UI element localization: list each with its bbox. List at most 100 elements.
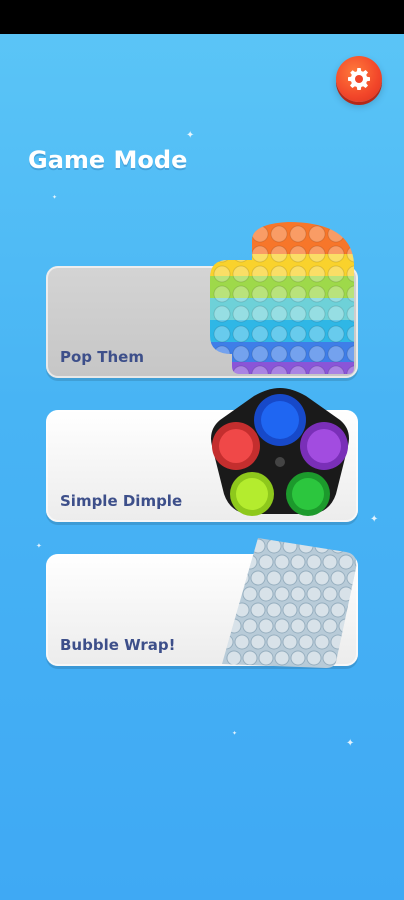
pop-bubble	[232, 265, 250, 283]
wrap-bubble	[322, 618, 338, 634]
pop-bubble	[346, 245, 354, 263]
pop-bubble	[289, 345, 307, 363]
wrap-bubble	[314, 602, 330, 618]
sparkle: ✦	[346, 738, 355, 749]
wrap-bubble	[298, 634, 314, 650]
wrap-bubble	[298, 602, 314, 618]
wrap-bubble	[258, 554, 274, 570]
pop-bubble	[251, 345, 269, 363]
wrap-bubble	[250, 602, 266, 618]
pop-bubble	[327, 345, 345, 363]
wrap-bubble	[330, 538, 346, 554]
wrap-bubble	[346, 570, 357, 586]
sparkle: ✦	[370, 514, 379, 525]
gear-icon	[348, 68, 370, 90]
wrap-bubble	[222, 570, 234, 586]
mode-label: Bubble Wrap!	[60, 636, 176, 654]
pop-bubble	[251, 365, 269, 374]
pop-bubble	[213, 305, 231, 323]
pop-bubble	[213, 365, 231, 374]
pop-bubble	[251, 225, 269, 243]
wrap-bubble	[234, 538, 250, 554]
pop-bubble	[327, 285, 345, 303]
pop-bubble	[213, 325, 231, 343]
pop-bubble	[213, 245, 231, 263]
wrap-bubble	[226, 554, 242, 570]
wrap-bubble	[322, 650, 338, 666]
pop-bubble	[232, 345, 250, 363]
settings-button[interactable]	[336, 56, 382, 102]
wrap-bubble	[290, 650, 306, 666]
wrap-bubble	[222, 538, 234, 554]
wrap-bubble	[282, 634, 298, 650]
pop-bubble	[308, 365, 326, 374]
pop-bubble	[289, 325, 307, 343]
wrap-bubble	[290, 586, 306, 602]
pop-bubble	[213, 285, 231, 303]
wrap-bubble	[250, 634, 266, 650]
pop-bubble	[289, 245, 307, 263]
wrap-bubble	[234, 570, 250, 586]
wrap-bubble	[222, 602, 234, 618]
pop-bubble	[327, 325, 345, 343]
wrap-bubble	[282, 538, 298, 554]
pop-bubble	[232, 305, 250, 323]
wrap-bubble	[314, 538, 330, 554]
pop-bubble	[308, 325, 326, 343]
pop-bubble	[308, 345, 326, 363]
pop-bubble	[270, 245, 288, 263]
wrap-bubble	[338, 650, 354, 666]
wrap-bubble	[322, 586, 338, 602]
page-title: Game Mode	[28, 146, 188, 174]
wrap-bubble	[234, 634, 250, 650]
wrap-bubble	[338, 618, 354, 634]
pop-bubble	[346, 285, 354, 303]
wrap-bubble	[258, 586, 274, 602]
pop-bubble	[308, 285, 326, 303]
pop-bubble	[308, 305, 326, 323]
wrap-bubble	[226, 650, 242, 666]
wrap-bubble	[290, 554, 306, 570]
wrap-bubble	[314, 634, 330, 650]
wrap-bubble	[306, 650, 322, 666]
pop-bubble	[270, 325, 288, 343]
pop-bubble	[289, 285, 307, 303]
pop-bubble	[308, 245, 326, 263]
wrap-bubble	[322, 554, 338, 570]
pop-bubble	[346, 325, 354, 343]
wrap-bubble	[266, 602, 282, 618]
wrap-bubble	[234, 602, 250, 618]
sparkle: ✦	[52, 194, 58, 201]
wrap-bubble	[242, 586, 258, 602]
pop-bubble	[289, 365, 307, 374]
pop-bubble	[327, 225, 345, 243]
pop-bubble	[270, 285, 288, 303]
status-bar	[0, 0, 404, 34]
mode-label: Pop Them	[60, 348, 144, 366]
wrap-bubble	[298, 538, 314, 554]
rainbow-pop-it-icon	[210, 222, 354, 374]
wrap-bubble	[354, 618, 357, 634]
pop-bubble	[327, 305, 345, 323]
wrap-bubble	[266, 570, 282, 586]
wrap-bubble	[346, 634, 357, 650]
wrap-bubble	[242, 650, 258, 666]
pop-bubble	[232, 285, 250, 303]
pop-bubble	[327, 365, 345, 374]
sparkle: ✦	[232, 730, 238, 737]
wrap-bubble	[338, 586, 354, 602]
wrap-bubble	[258, 650, 274, 666]
wrap-bubble	[242, 554, 258, 570]
wrap-bubble	[330, 634, 346, 650]
wrap-bubble	[226, 618, 242, 634]
pop-bubble	[232, 245, 250, 263]
wrap-bubble	[282, 602, 298, 618]
pop-bubble	[308, 265, 326, 283]
wrap-bubble	[274, 650, 290, 666]
wrap-bubble	[346, 538, 357, 554]
wrap-bubble	[330, 602, 346, 618]
pop-bubble	[289, 305, 307, 323]
wrap-bubble	[222, 634, 234, 650]
wrap-bubble	[330, 570, 346, 586]
pop-bubble	[327, 265, 345, 283]
